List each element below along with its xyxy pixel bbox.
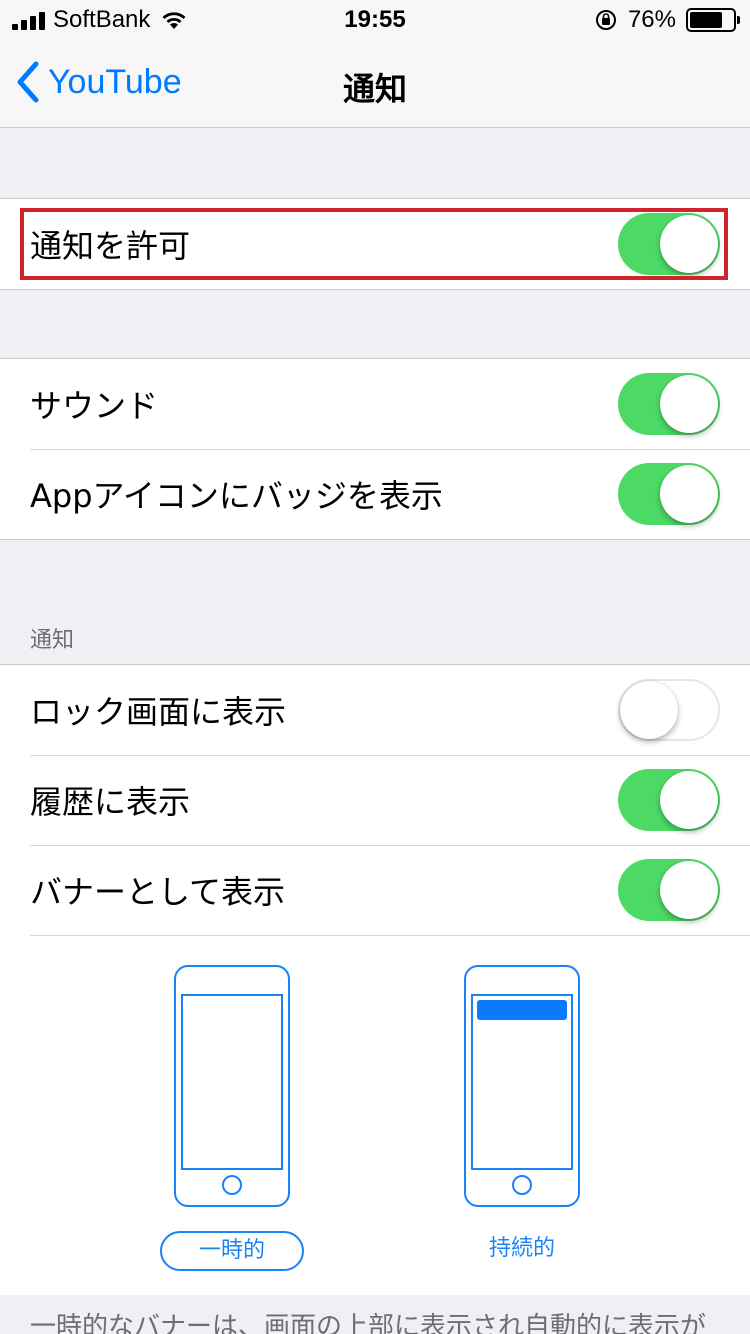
home-button-icon <box>222 1175 242 1195</box>
persistent-option[interactable]: 持続的 <box>450 1231 594 1271</box>
navigation-bar: YouTube 通知 <box>0 40 750 128</box>
home-button-icon <box>512 1175 532 1195</box>
banner-style-picker: 一時的 持続的 <box>0 935 750 1295</box>
banner-label: バナーとして表示 <box>30 873 286 911</box>
orientation-lock-icon <box>595 10 616 30</box>
banner-preview <box>477 1000 567 1020</box>
temporary-label: 一時的 <box>198 1238 265 1263</box>
battery-fill <box>690 12 722 28</box>
sound-label: サウンド <box>30 387 159 425</box>
badge-label: Appアイコンにバッジを表示 <box>30 477 443 515</box>
battery-icon <box>686 8 740 32</box>
temporary-option[interactable]: 一時的 <box>160 1231 304 1271</box>
page-title: 通知 <box>342 70 407 108</box>
alerts-group: ロック画面に表示 履歴に表示 バナーとして表示 一時的 持続的 <box>0 664 750 1295</box>
persistent-banner-phone-icon[interactable] <box>464 965 580 1207</box>
toggle-knob <box>620 681 678 739</box>
sound-badge-group: サウンド Appアイコンにバッジを表示 <box>0 358 750 540</box>
toggle-knob <box>660 375 718 433</box>
banner-row: バナーとして表示 <box>0 845 750 935</box>
history-row: 履歴に表示 <box>0 755 750 845</box>
lock-screen-row: ロック画面に表示 <box>0 665 750 755</box>
phone-screen <box>181 994 283 1170</box>
status-right: 76% <box>594 6 740 34</box>
sound-toggle[interactable] <box>618 373 720 435</box>
toggle-knob <box>660 861 718 919</box>
battery-percent: 76% <box>627 6 676 33</box>
history-label: 履歴に表示 <box>30 783 191 821</box>
status-bar: SoftBank 19:55 76% <box>0 0 750 40</box>
badge-row: Appアイコンにバッジを表示 <box>0 449 750 539</box>
persistent-label: 持続的 <box>488 1236 555 1261</box>
allow-notifications-label: 通知を許可 <box>30 227 191 265</box>
phone-screen <box>471 994 573 1170</box>
allow-notifications-row: 通知を許可 <box>0 199 750 289</box>
allow-notifications-toggle[interactable] <box>618 213 720 275</box>
toggle-knob <box>660 215 718 273</box>
badge-toggle[interactable] <box>618 463 720 525</box>
toggle-knob <box>660 771 718 829</box>
sound-row: サウンド <box>0 359 750 449</box>
temporary-banner-phone-icon[interactable] <box>174 965 290 1207</box>
footer-description: 一時的なバナーは、画面の上部に表示され自動的に表示が <box>30 1312 707 1334</box>
lock-screen-label: ロック画面に表示 <box>30 693 287 731</box>
history-toggle[interactable] <box>618 769 720 831</box>
lock-screen-toggle[interactable] <box>618 679 720 741</box>
toggle-knob <box>660 465 718 523</box>
section-header-notifications: 通知 <box>30 628 75 653</box>
allow-notifications-group: 通知を許可 <box>0 198 750 290</box>
banner-toggle[interactable] <box>618 859 720 921</box>
